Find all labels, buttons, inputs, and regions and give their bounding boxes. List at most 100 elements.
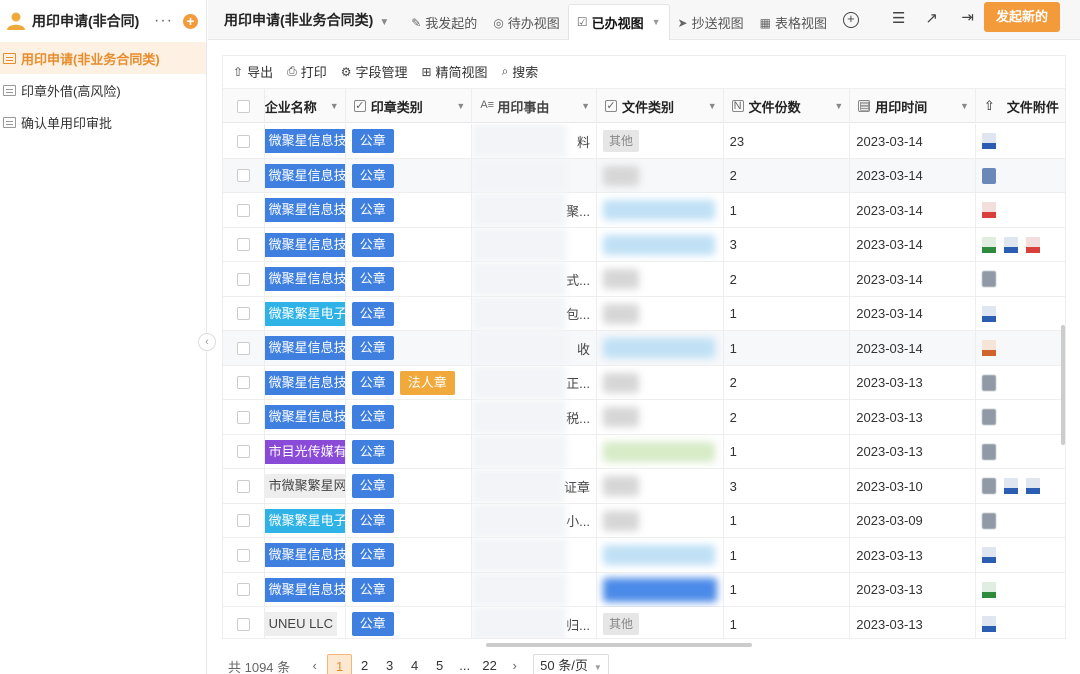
attachment-img-icon[interactable] — [981, 409, 996, 425]
attachment-img-icon[interactable] — [981, 478, 996, 494]
sidebar-item-1[interactable]: 印章外借(高风险) — [0, 74, 206, 106]
more-icon[interactable]: ··· — [154, 12, 173, 30]
attachment-docx-icon[interactable] — [981, 616, 996, 632]
print-button[interactable]: ⎙ 打印 — [287, 62, 327, 81]
pagination: 共 1094 条 ‹ 1 2 3 4 5... 22 › 50 条/页 ▼ — [228, 654, 609, 674]
prev-page-button[interactable]: ‹ — [302, 654, 327, 674]
row-checkbox[interactable] — [223, 434, 265, 469]
tab-0[interactable]: ✎ 我发起的 — [403, 6, 485, 40]
row-checkbox[interactable] — [223, 158, 265, 193]
page-button[interactable]: 1 — [327, 654, 353, 674]
row-checkbox[interactable] — [223, 193, 265, 227]
grid-icon: ⊞ — [421, 64, 432, 79]
search-button[interactable]: ⌕ 搜索 — [502, 62, 539, 81]
page-button[interactable]: 2 — [352, 654, 377, 674]
table-row[interactable]: 微聚星信息技术有公章 式... 22023-03-14 — [223, 262, 1065, 297]
next-page-button[interactable]: › — [502, 654, 527, 674]
attachment-xlsx-icon[interactable] — [981, 236, 996, 253]
text-field-icon: A≡ — [480, 99, 495, 111]
sidebar-item-2[interactable]: 确认单用印审批 — [0, 106, 206, 138]
table-row[interactable]: 微聚星信息技术有公章 收 12023-03-14 — [223, 331, 1065, 366]
table-row[interactable]: 微聚星信息技术有公章 32023-03-14 — [223, 227, 1065, 262]
row-checkbox[interactable] — [223, 331, 265, 365]
table-row[interactable]: 微聚星信息技术有公章 料其他 232023-03-14 — [223, 124, 1065, 159]
attachment-img-icon[interactable] — [981, 374, 996, 391]
table-row[interactable]: 微聚星信息技术有公章 22023-03-14 — [223, 158, 1065, 193]
row-checkbox[interactable] — [223, 572, 265, 607]
table-row[interactable]: 微聚星信息技术有公章法人章 正... 22023-03-13 — [223, 365, 1065, 400]
seal-tag: 公章 — [351, 163, 394, 188]
table-row[interactable]: 微聚星信息技术有公章 12023-03-13 — [223, 538, 1065, 573]
reason-text: 归... — [566, 617, 590, 633]
tab-3[interactable]: ➤ 抄送视图 — [670, 6, 752, 40]
attachment-doc-icon[interactable] — [981, 547, 996, 563]
attachment-pdf-icon[interactable] — [1025, 236, 1040, 253]
trend-chart-icon[interactable]: ↗ — [925, 9, 938, 27]
horizontal-scrollbar[interactable] — [486, 643, 752, 647]
attachment-doc-icon[interactable] — [1003, 236, 1018, 253]
attachment-xlsx-icon[interactable] — [981, 581, 996, 598]
tab-1[interactable]: ◎ 待办视图 — [485, 6, 568, 40]
page-button[interactable]: 3 — [377, 654, 402, 674]
row-checkbox[interactable] — [223, 400, 265, 434]
header-time[interactable]: ▤ 用印时间 ▼ — [850, 89, 976, 123]
row-checkbox[interactable] — [223, 262, 265, 296]
add-form-button[interactable]: + — [183, 13, 198, 29]
tab-2[interactable]: ☑ 已办视图 ▼ — [567, 3, 670, 40]
row-checkbox[interactable] — [223, 365, 265, 400]
table-row[interactable]: UNEU LLC 公章 归... 其他 1 2023-03-13 — [223, 607, 1065, 638]
add-view-icon[interactable]: + — [842, 11, 859, 28]
table-row[interactable]: 微聚繁星电子商公章 包... 12023-03-14 — [223, 296, 1065, 331]
page-button[interactable]: 5 — [427, 654, 452, 674]
page-button[interactable]: 4 — [402, 654, 427, 674]
table-row[interactable]: 微聚繁星电子商公章 小... 12023-03-09 — [223, 503, 1065, 538]
row-checkbox[interactable] — [223, 124, 265, 158]
header-company[interactable]: 企业名称 ▼ — [265, 89, 346, 123]
compact-view-button[interactable]: ⊞ 精简视图 — [421, 62, 487, 81]
export-button[interactable]: ⇧ 导出 — [233, 62, 273, 81]
table-row[interactable]: 微聚星信息技术有公章 聚... 12023-03-14 — [223, 193, 1065, 228]
table-row[interactable]: 微聚星信息技术有公章 税... 22023-03-13 — [223, 400, 1065, 435]
attachment-img-icon[interactable] — [981, 512, 996, 529]
attachment-pdf-icon[interactable] — [981, 202, 996, 218]
attachment-pptx-icon[interactable] — [981, 340, 996, 356]
row-checkbox[interactable] — [223, 227, 265, 262]
list-icon[interactable]: ☰ — [892, 9, 905, 27]
row-checkbox[interactable] — [223, 469, 265, 503]
attachment-imgb-icon[interactable] — [981, 167, 996, 184]
header-attachments[interactable]: ⇧ 文件附件 — [976, 89, 1065, 123]
page-button[interactable]: 22 — [477, 654, 502, 674]
tab-label: 表格视图 — [774, 16, 827, 31]
form-title-dropdown[interactable]: 用印申请(非业务合同类) ▼ — [208, 10, 389, 30]
header-reason[interactable]: A≡ 用印事由 ▼ — [472, 89, 597, 123]
exit-icon[interactable]: ⇥ — [961, 8, 974, 26]
row-checkbox[interactable] — [223, 296, 265, 331]
row-checkbox[interactable] — [223, 538, 265, 572]
reason-cell: 收 — [472, 331, 597, 365]
attachment-doc-icon[interactable] — [1025, 478, 1040, 494]
attachment-docx-icon[interactable] — [1003, 478, 1018, 494]
field-manage-button[interactable]: ⚙ 字段管理 — [341, 62, 408, 81]
collapse-sidebar-button[interactable]: ‹ — [198, 333, 216, 351]
attachment-img-icon[interactable] — [981, 271, 996, 287]
table-row[interactable]: 微聚星信息技术有公章 12023-03-13 — [223, 572, 1065, 607]
vertical-scrollbar[interactable] — [1061, 325, 1065, 445]
row-checkbox[interactable] — [223, 607, 265, 638]
table-row[interactable]: 市微聚繁星网络公章 证章 32023-03-10 — [223, 469, 1065, 504]
table-row[interactable]: 市目光传媒有限公公章 12023-03-13 — [223, 434, 1065, 469]
tab-4[interactable]: ▦ 表格视图 — [752, 6, 835, 40]
select-all-checkbox[interactable] — [223, 89, 265, 123]
time-cell: 2023-03-10 — [850, 469, 976, 503]
attachment-docx-icon[interactable] — [981, 133, 996, 149]
sidebar-item-0[interactable]: 用印申请(非业务合同类) — [0, 42, 206, 74]
header-file-count[interactable]: N 文件份数 ▼ — [724, 89, 851, 123]
header-seal[interactable]: ✓ 印章类别 ▼ — [346, 89, 473, 123]
attachment-docx-icon[interactable] — [981, 305, 996, 322]
reason-cell: 税... — [472, 400, 597, 434]
row-checkbox[interactable] — [223, 503, 265, 538]
page-size-select[interactable]: 50 条/页 ▼ — [533, 654, 609, 674]
start-new-button[interactable]: 发起新的 — [984, 2, 1060, 32]
header-file-type[interactable]: ✓ 文件类别 ▼ — [597, 89, 724, 123]
attachment-img-icon[interactable] — [981, 443, 996, 460]
reason-cell: 式... — [472, 262, 597, 296]
